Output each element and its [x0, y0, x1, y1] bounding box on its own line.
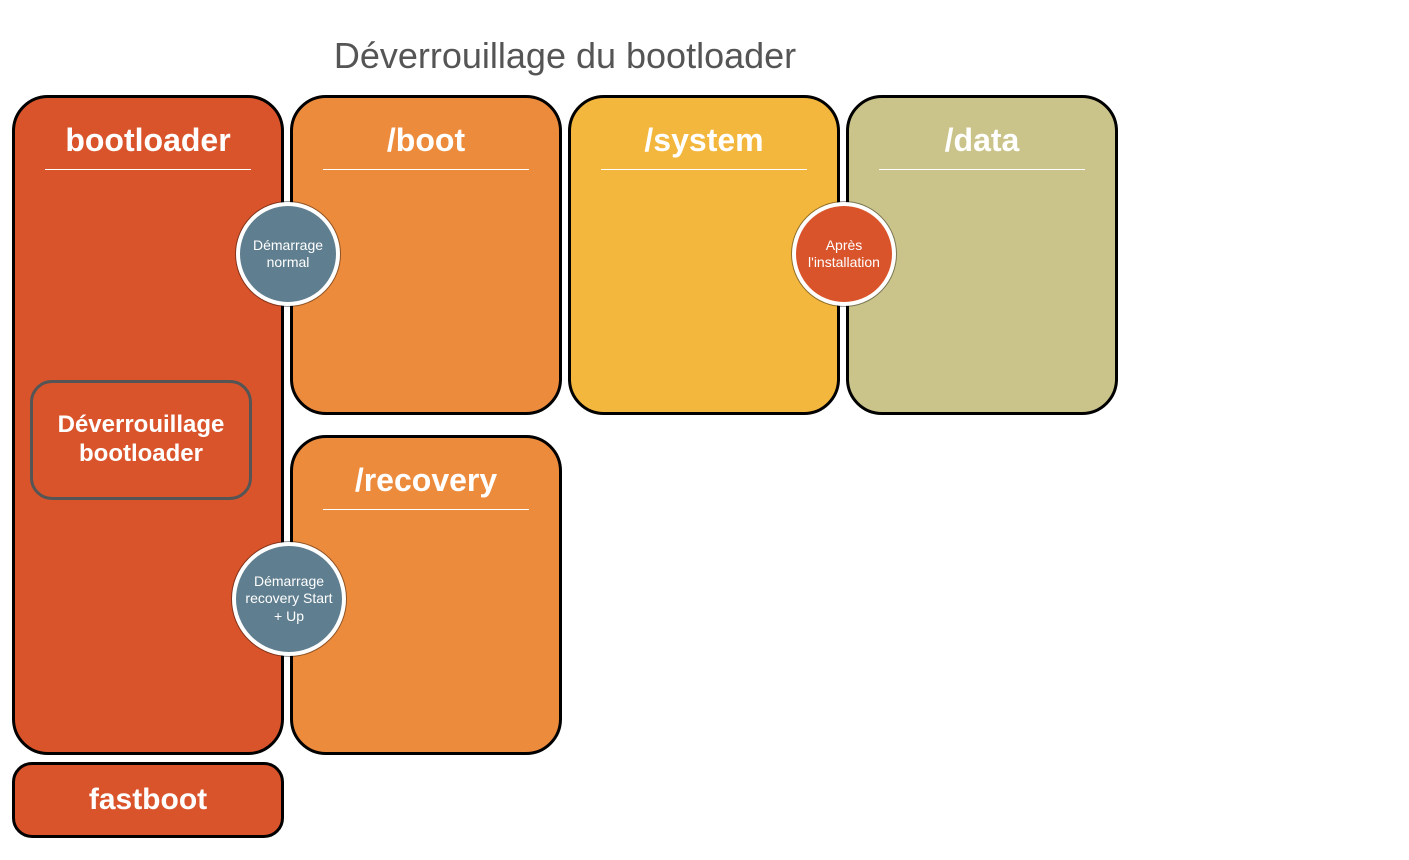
diagram-canvas: Déverrouillage du bootloader bootloader … [0, 0, 1409, 860]
inner-box-label: Déverrouillage bootloader [43, 411, 239, 469]
circle-normal-boot: Démarrage normal [236, 202, 340, 306]
box-system-label: /system [571, 98, 837, 159]
inner-box-unlock-bootloader: Déverrouillage bootloader [30, 380, 252, 500]
circle-after-install-label: Après l'installation [800, 237, 888, 272]
box-bootloader-rule [45, 169, 251, 170]
box-system-rule [601, 169, 807, 170]
box-data-label: /data [849, 98, 1115, 159]
diagram-title: Déverrouillage du bootloader [0, 35, 1130, 77]
circle-normal-boot-label: Démarrage normal [244, 237, 332, 272]
box-fastboot: fastboot [12, 762, 284, 838]
circle-recovery-boot: Démarrage recovery Start + Up [232, 542, 346, 656]
box-boot-rule [323, 169, 529, 170]
box-recovery-rule [323, 509, 529, 510]
box-recovery-label: /recovery [293, 438, 559, 499]
circle-recovery-boot-label: Démarrage recovery Start + Up [240, 573, 338, 626]
box-fastboot-label: fastboot [89, 783, 207, 817]
box-bootloader-label: bootloader [15, 98, 281, 159]
box-data-rule [879, 169, 1085, 170]
circle-after-install: Après l'installation [792, 202, 896, 306]
box-boot-label: /boot [293, 98, 559, 159]
